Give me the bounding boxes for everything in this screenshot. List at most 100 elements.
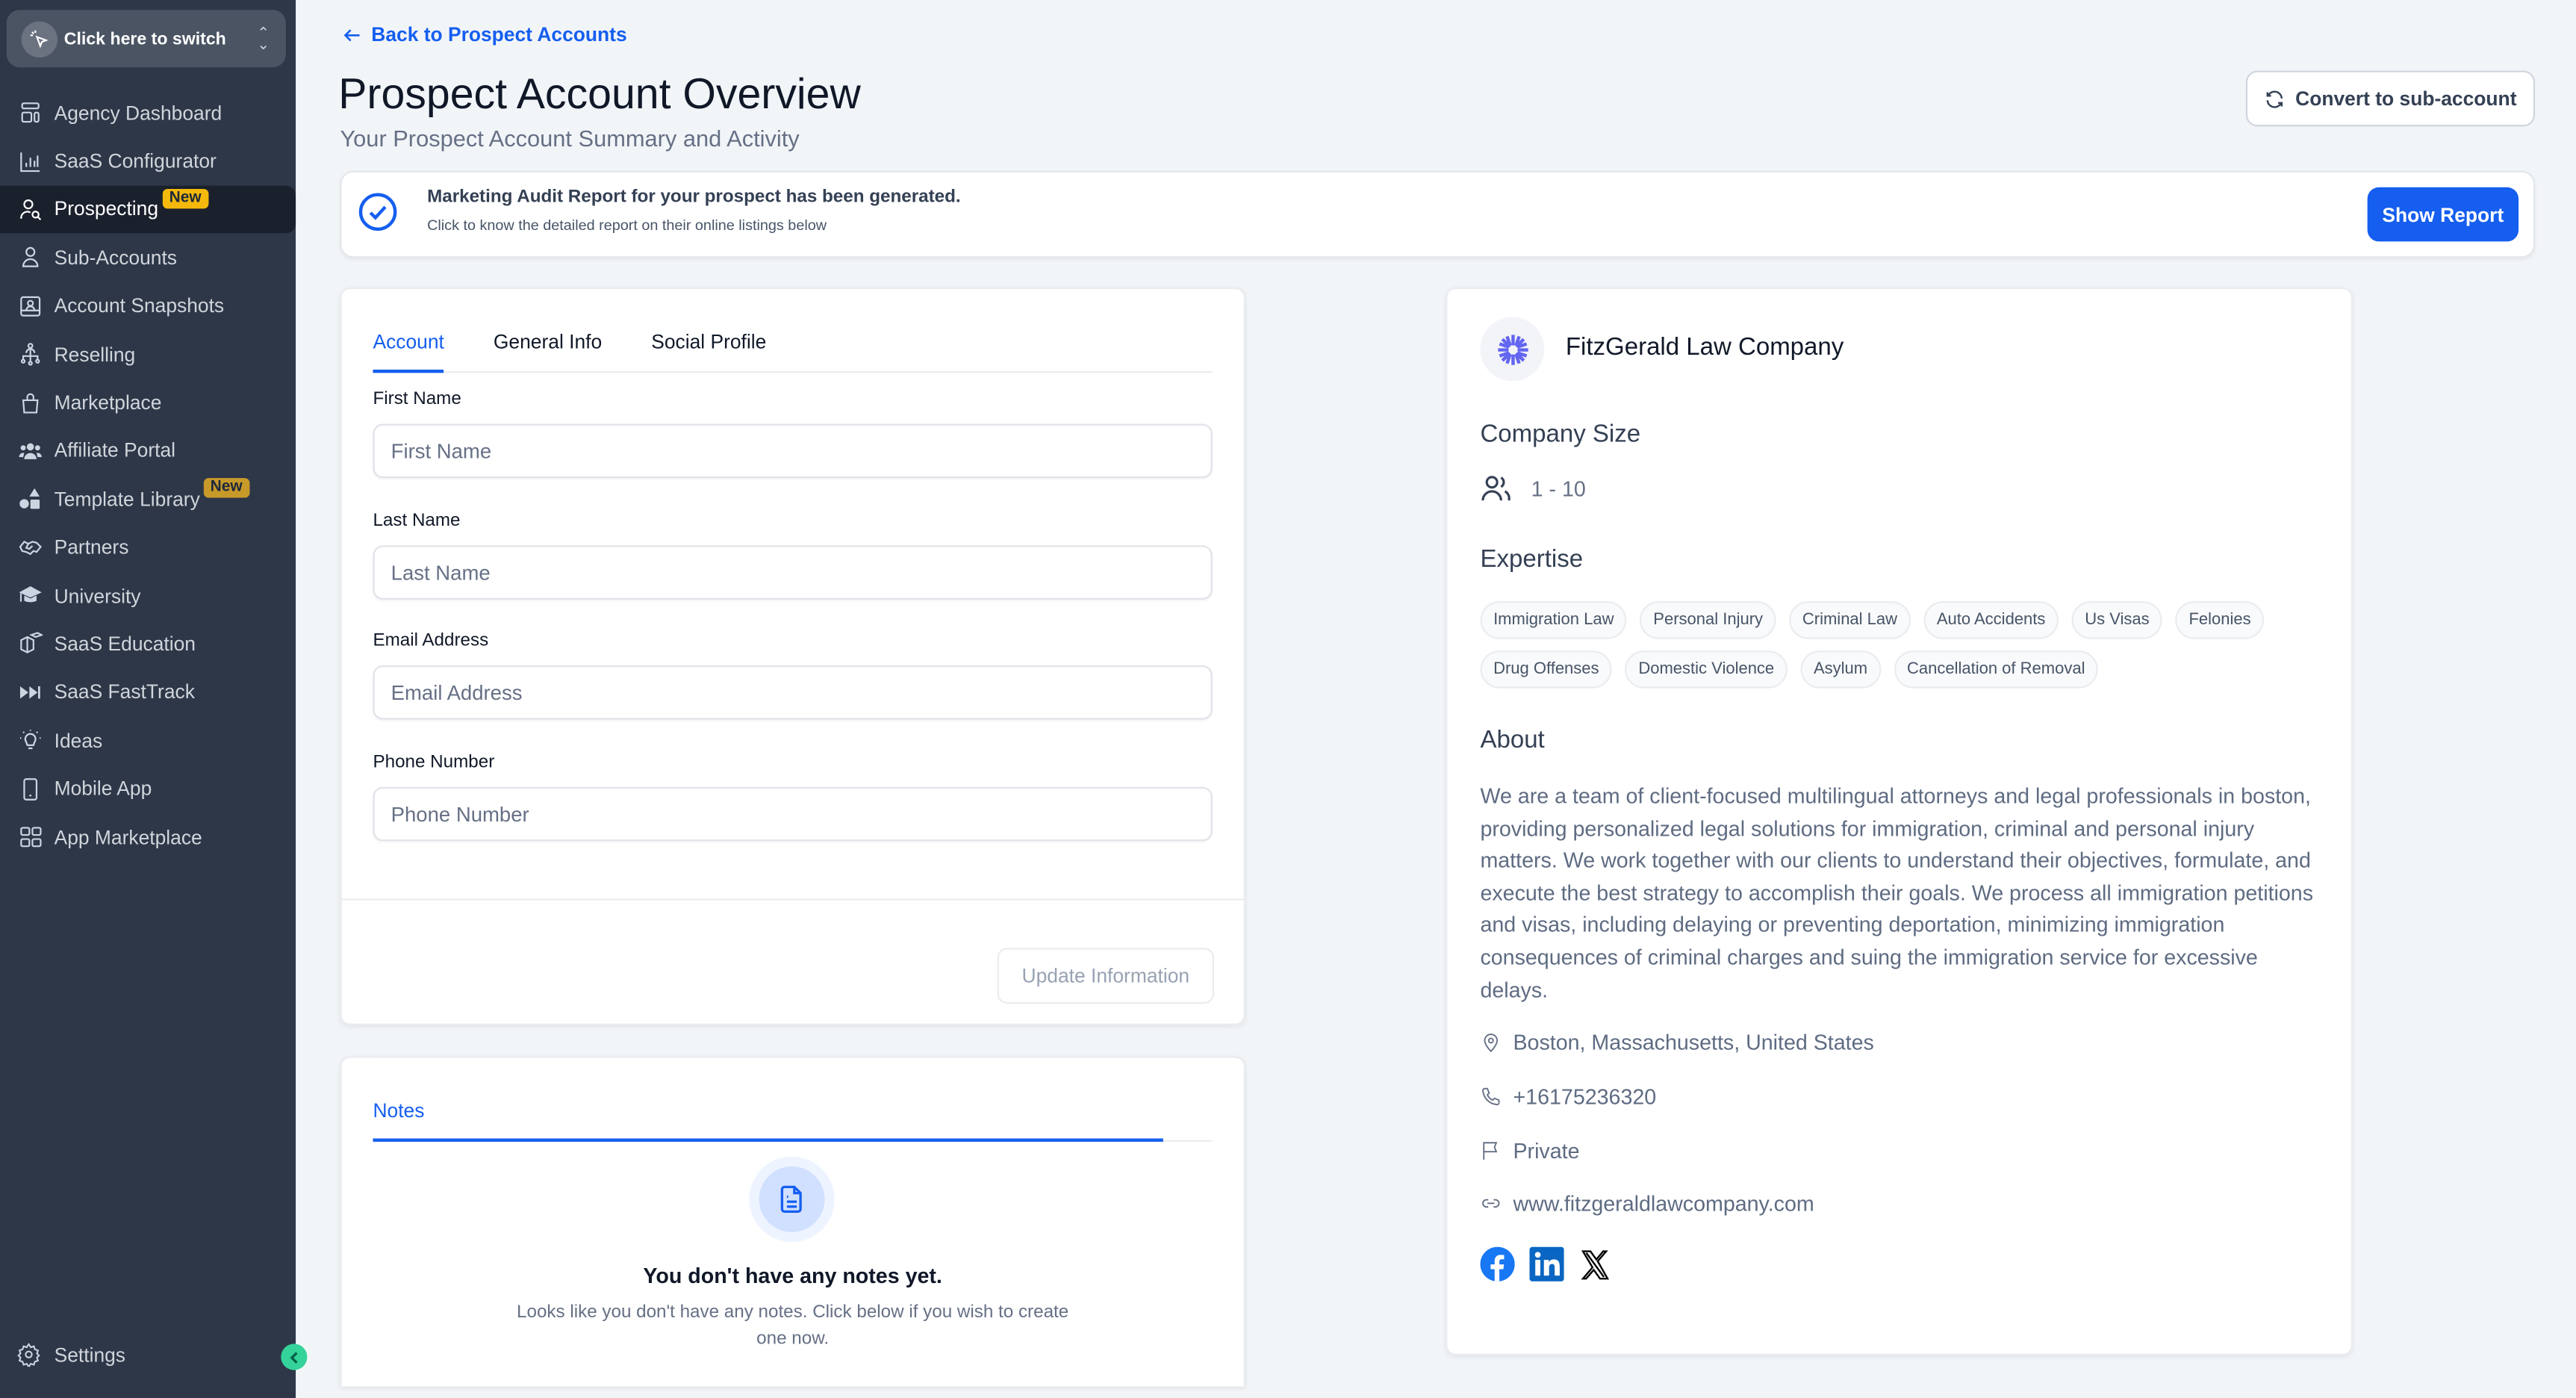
tab-general-info[interactable]: General Info	[494, 319, 602, 371]
account-form-card: Account General Info Social Profile Firs…	[340, 287, 1245, 1025]
company-name: FitzGerald Law Company	[1565, 333, 1844, 361]
sidebar-item-mobile-app[interactable]: Mobile App	[0, 765, 296, 813]
first-name-input[interactable]	[373, 423, 1213, 479]
tab-account[interactable]: Account	[373, 319, 445, 373]
sidebar-item-account-snapshots[interactable]: Account Snapshots	[0, 282, 296, 330]
company-size-value: 1 - 10	[1531, 476, 1586, 501]
company-size-heading: Company Size	[1480, 420, 1641, 449]
linkedin-icon[interactable]	[1529, 1246, 1564, 1282]
sidebar-item-template-library[interactable]: Template Library New	[0, 475, 296, 524]
check-circle-icon	[358, 193, 397, 232]
notes-empty-description: Looks like you don't have any notes. Cli…	[517, 1302, 1069, 1349]
link-icon	[1482, 1199, 1500, 1208]
sidebar-item-prospecting[interactable]: Prospecting New	[0, 185, 296, 234]
convert-button-label: Convert to sub-account	[2295, 87, 2517, 111]
about-text: We are a team of client-focused multilin…	[1480, 783, 2314, 1001]
company-info-card: FitzGerald Law Company Company Size 1 - …	[1446, 287, 2353, 1355]
sidebar-item-label: Partners	[54, 535, 129, 559]
show-report-button[interactable]: Show Report	[2367, 187, 2519, 242]
page-subtitle: Your Prospect Account Summary and Activi…	[340, 125, 800, 152]
convert-to-sub-account-button[interactable]: Convert to sub-account	[2245, 70, 2536, 127]
sidebar-item-app-marketplace[interactable]: App Marketplace	[0, 813, 296, 862]
facebook-icon[interactable]	[1480, 1246, 1515, 1282]
sidebar-nav: Agency Dashboard SaaS Configurator Prosp…	[0, 89, 296, 861]
tab-notes[interactable]: Notes	[373, 1087, 1163, 1142]
phone-icon	[1482, 1087, 1500, 1106]
location-value: Boston, Massachusetts, United States	[1513, 1030, 1874, 1055]
app-root: Click here to switch ⌃ ⌄ Agency Dashboard…	[0, 0, 2576, 1398]
handshake-icon	[16, 534, 43, 560]
shapes-icon	[16, 486, 43, 512]
sidebar-item-settings[interactable]: Settings	[0, 1331, 296, 1379]
notes-tabs: Notes	[373, 1087, 1213, 1142]
sidebar-item-label: Agency Dashboard	[54, 101, 223, 125]
asterisk-logo-icon	[1497, 334, 1528, 364]
sidebar-item-saas-configurator[interactable]: SaaS Configurator	[0, 137, 296, 185]
sidebar-item-agency-dashboard[interactable]: Agency Dashboard	[0, 89, 296, 137]
sidebar-item-partners[interactable]: Partners	[0, 524, 296, 572]
last-name-label: Last Name	[373, 511, 461, 531]
sidebar-item-university[interactable]: University	[0, 571, 296, 620]
sidebar-item-sub-accounts[interactable]: Sub-Accounts	[0, 234, 296, 282]
phone-value: +16175236320	[1513, 1084, 1657, 1109]
sidebar-item-affiliate-portal[interactable]: Affiliate Portal	[0, 426, 296, 475]
sidebar-item-label: Ideas	[54, 729, 103, 752]
email-input[interactable]	[373, 665, 1213, 720]
notes-empty-illustration	[749, 1156, 835, 1243]
phone-field: Phone Number	[373, 753, 1213, 842]
form-tabs: Account General Info Social Profile	[373, 319, 1213, 373]
expertise-chip: Personal Injury	[1640, 601, 1776, 639]
website-link[interactable]: www.fitzgeraldlawcompany.com	[1513, 1191, 1814, 1216]
form-divider	[341, 898, 1244, 901]
graduation-cap-icon	[16, 582, 43, 609]
phone-input[interactable]	[373, 786, 1213, 842]
switcher-label: Click here to switch	[63, 28, 226, 49]
company-logo	[1480, 317, 1545, 382]
notes-card: Notes You don't have any notes yet. Look…	[340, 1056, 1245, 1387]
about-heading: About	[1480, 726, 1545, 754]
phone-row: +16175236320	[1480, 1084, 1656, 1109]
main-content: Back to Prospect Accounts Prospect Accou…	[296, 0, 2576, 1398]
ownership-value: Private	[1513, 1138, 1580, 1164]
gear-icon	[16, 1341, 43, 1367]
fast-forward-icon	[16, 679, 43, 705]
audit-report-banner: Marketing Audit Report for your prospect…	[340, 170, 2536, 258]
first-name-label: First Name	[373, 389, 461, 409]
refresh-icon	[2266, 90, 2283, 108]
expertise-list: Immigration Law Personal Injury Criminal…	[1480, 601, 2301, 689]
social-links	[1480, 1246, 1611, 1282]
x-twitter-icon[interactable]	[1578, 1248, 1611, 1281]
collapse-sidebar-button[interactable]	[281, 1343, 308, 1370]
banner-description: Click to know the detailed report on the…	[427, 217, 827, 234]
snapshot-icon	[16, 293, 43, 319]
map-pin-icon	[1484, 1034, 1499, 1053]
back-link[interactable]: Back to Prospect Accounts	[342, 23, 627, 46]
page-title: Prospect Account Overview	[338, 69, 861, 119]
sidebar-item-reselling[interactable]: Reselling	[0, 330, 296, 379]
back-link-label: Back to Prospect Accounts	[371, 22, 627, 46]
document-icon	[780, 1185, 802, 1214]
location-row: Boston, Massachusetts, United States	[1480, 1030, 1874, 1055]
sidebar-item-ideas[interactable]: Ideas	[0, 716, 296, 765]
sidebar-item-label: Affiliate Portal	[54, 439, 176, 463]
new-badge: New	[203, 478, 249, 498]
tab-social-profile[interactable]: Social Profile	[651, 319, 766, 371]
banner-title: Marketing Audit Report for your prospect…	[427, 187, 961, 208]
sidebar-item-marketplace[interactable]: Marketplace	[0, 379, 296, 427]
expertise-heading: Expertise	[1480, 545, 1584, 574]
sidebar-item-saas-education[interactable]: SaaS Education	[0, 620, 296, 668]
update-information-button[interactable]: Update Information	[997, 948, 1215, 1004]
sidebar-item-saas-fasttrack[interactable]: SaaS FastTrack	[0, 668, 296, 717]
users-icon	[1481, 476, 1511, 501]
expertise-chip: Auto Accidents	[1923, 601, 2059, 639]
company-size: 1 - 10	[1480, 473, 1586, 505]
account-switcher[interactable]: Click here to switch ⌃ ⌄	[6, 10, 286, 68]
sidebar-item-label: App Marketplace	[54, 825, 202, 849]
sidebar-item-label: SaaS Education	[54, 632, 196, 656]
expertise-chip: Felonies	[2175, 601, 2265, 639]
ownership-row: Private	[1480, 1138, 1580, 1164]
bar-chart-icon	[16, 148, 43, 174]
last-name-input[interactable]	[373, 545, 1213, 600]
expertise-chip: Cancellation of Removal	[1894, 650, 2099, 689]
chevron-left-icon	[289, 1351, 297, 1363]
